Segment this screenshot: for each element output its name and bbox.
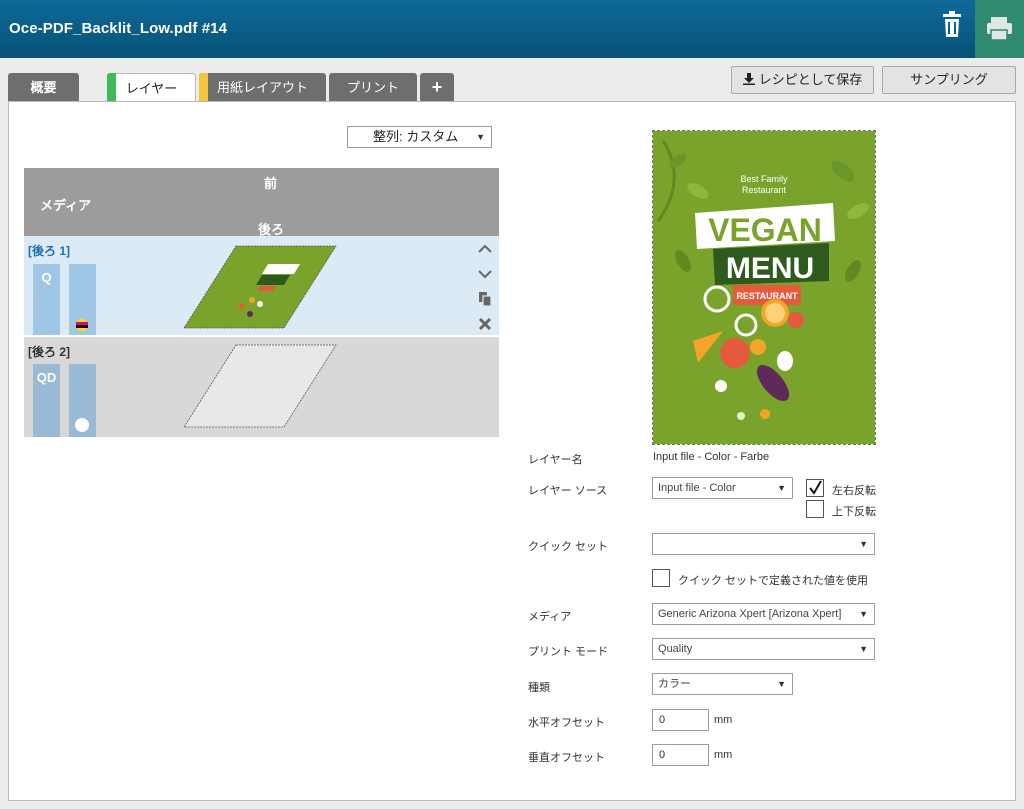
layer-source-label: レイヤー ソース bbox=[528, 485, 608, 497]
flip-vertical-checkbox[interactable] bbox=[806, 500, 824, 518]
print-mode-label: プリント モード bbox=[528, 646, 609, 658]
preview-artwork: Best Family Restaurant VEGAN MENU RESTAU… bbox=[653, 131, 875, 444]
type-select[interactable]: カラー ▼ bbox=[652, 673, 793, 695]
chevron-down-icon: ▼ bbox=[476, 132, 485, 142]
chevron-down-icon: ▼ bbox=[859, 539, 868, 549]
horizontal-offset-label: 水平オフセット bbox=[528, 717, 605, 729]
layer-row-label: [後ろ 1] bbox=[28, 244, 71, 258]
color-channel-bar bbox=[69, 264, 96, 335]
cmyk-icon bbox=[76, 319, 88, 331]
header-front: 前 bbox=[264, 176, 278, 191]
add-tab-button[interactable]: + bbox=[420, 73, 454, 102]
layer-thumbnail bbox=[184, 344, 337, 428]
save-recipe-button[interactable]: レシピとして保存 bbox=[731, 66, 874, 94]
quickset-label: クイック セット bbox=[528, 541, 609, 553]
duplicate-icon[interactable] bbox=[476, 290, 494, 308]
layer-panel: 整列: カスタム ▼ 前 メディア 後ろ [後ろ 1] Q [後ろ 2] QD … bbox=[8, 101, 1016, 801]
chevron-down-icon: ▼ bbox=[859, 644, 868, 654]
tab-overview[interactable]: 概要 bbox=[8, 73, 79, 102]
layer-thumbnail bbox=[184, 245, 337, 329]
layer-name-value: Input file - Color - Farbe bbox=[653, 451, 770, 463]
layer-preview: Best Family Restaurant VEGAN MENU RESTAU… bbox=[652, 130, 876, 445]
poster-menu: MENU bbox=[726, 252, 814, 285]
delete-button[interactable] bbox=[930, 0, 975, 58]
print-mode-value: Quality bbox=[658, 643, 693, 655]
chevron-down-icon[interactable] bbox=[476, 265, 494, 283]
tab-paper-layout[interactable]: 用紙レイアウト bbox=[199, 73, 326, 102]
tab-layer-marker bbox=[107, 73, 116, 103]
color-channel-bar bbox=[69, 364, 96, 437]
tab-bar: 概要 レイヤー 用紙レイアウト プリント + レシピとして保存 サンプリング bbox=[0, 58, 1024, 103]
poster-line2: Restaurant bbox=[742, 185, 787, 195]
print-mode-select[interactable]: Quality ▼ bbox=[652, 638, 875, 660]
vertical-offset-label: 垂直オフセット bbox=[528, 752, 605, 764]
tab-layer[interactable]: レイヤー bbox=[107, 73, 196, 103]
poster-restaurant: RESTAURANT bbox=[736, 291, 798, 301]
white-ink-icon bbox=[75, 418, 89, 432]
media-label: メディア bbox=[528, 611, 572, 623]
trash-icon bbox=[943, 11, 961, 37]
check-icon bbox=[809, 480, 822, 495]
print-button[interactable] bbox=[975, 0, 1024, 58]
download-icon bbox=[742, 73, 755, 85]
sampling-button[interactable]: サンプリング bbox=[882, 66, 1016, 94]
type-value: カラー bbox=[658, 678, 691, 690]
horizontal-offset-input[interactable]: 0 bbox=[652, 709, 709, 731]
close-icon[interactable] bbox=[476, 315, 494, 333]
chevron-down-icon: ▼ bbox=[777, 483, 786, 493]
layer-row[interactable]: [後ろ 1] Q bbox=[24, 236, 499, 335]
title-bar: Oce-PDF_Backlit_Low.pdf #14 bbox=[0, 0, 1024, 58]
tab-layer-label: レイヤー bbox=[125, 81, 178, 96]
sort-value: 整列: カスタム bbox=[373, 129, 459, 144]
poster-line1: Best Family bbox=[740, 174, 788, 184]
flip-horizontal-label: 左右反転 bbox=[832, 485, 876, 497]
chevron-down-icon: ▼ bbox=[777, 679, 786, 689]
header-media: メディア bbox=[40, 198, 92, 213]
save-recipe-label: レシピとして保存 bbox=[758, 72, 863, 87]
layer-row-label: [後ろ 2] bbox=[28, 345, 71, 359]
tab-layout-marker bbox=[199, 73, 208, 102]
type-label: 種類 bbox=[528, 682, 550, 694]
horizontal-offset-unit: mm bbox=[714, 714, 733, 726]
document-title: Oce-PDF_Backlit_Low.pdf #14 bbox=[9, 20, 228, 37]
tab-print[interactable]: プリント bbox=[329, 73, 417, 102]
use-quickset-checkbox[interactable] bbox=[652, 569, 670, 587]
quickset-select[interactable]: ▼ bbox=[652, 533, 875, 555]
vertical-offset-unit: mm bbox=[714, 749, 733, 761]
chevron-up-icon[interactable] bbox=[476, 240, 494, 258]
vertical-offset-input[interactable]: 0 bbox=[652, 744, 709, 766]
media-value: Generic Arizona Xpert [Arizona Xpert] bbox=[658, 608, 842, 620]
poster-vegan: VEGAN bbox=[708, 212, 822, 248]
flip-horizontal-checkbox[interactable] bbox=[806, 479, 824, 497]
layer-name-label: レイヤー名 bbox=[528, 454, 583, 466]
layer-source-value: Input file - Color bbox=[658, 482, 736, 494]
sort-select[interactable]: 整列: カスタム ▼ bbox=[347, 126, 492, 148]
use-quickset-label: クイック セットで定義された値を使用 bbox=[678, 575, 869, 587]
print-mode-badge: QD bbox=[33, 364, 60, 437]
layer-source-select[interactable]: Input file - Color ▼ bbox=[652, 477, 793, 499]
print-mode-badge: Q bbox=[33, 264, 60, 335]
chevron-down-icon: ▼ bbox=[859, 609, 868, 619]
layer-row[interactable]: [後ろ 2] QD bbox=[24, 337, 499, 437]
flip-vertical-label: 上下反転 bbox=[832, 506, 876, 518]
layer-list-header: 前 メディア 後ろ bbox=[24, 168, 499, 237]
media-select[interactable]: Generic Arizona Xpert [Arizona Xpert] ▼ bbox=[652, 603, 875, 625]
printer-icon bbox=[987, 17, 1012, 41]
tab-layout-label: 用紙レイアウト bbox=[216, 80, 308, 95]
